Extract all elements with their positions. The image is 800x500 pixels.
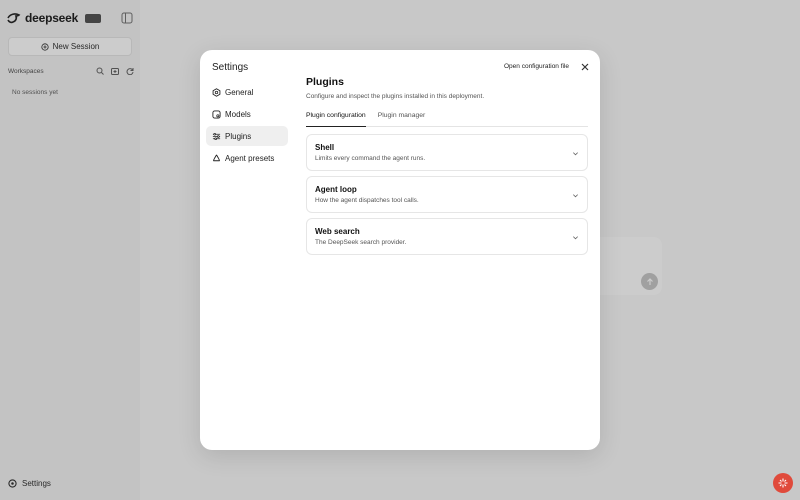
plugins-panel: Plugins Configure and inspect the plugin…	[306, 50, 590, 450]
plugin-description: How the agent dispatches tool calls.	[315, 197, 419, 204]
panel-description: Configure and inspect the plugins instal…	[306, 93, 485, 100]
plugin-name: Web search	[315, 227, 360, 236]
chevron-down-icon[interactable]	[572, 150, 579, 157]
floating-action-button[interactable]	[773, 473, 793, 493]
modal-title: Settings	[212, 62, 249, 73]
tab-plugin-configuration[interactable]: Plugin configuration	[306, 110, 366, 127]
close-icon[interactable]	[580, 62, 590, 72]
plugin-name: Agent loop	[315, 185, 357, 194]
plugin-card-web-search[interactable]: Web search The DeepSeek search provider.	[306, 218, 588, 255]
tab-plugin-manager[interactable]: Plugin manager	[378, 110, 426, 127]
settings-modal: Settings General Models Plugins Agent pr…	[200, 50, 600, 450]
plugin-card-shell[interactable]: Shell Limits every command the agent run…	[306, 134, 588, 171]
nav-item-plugins[interactable]: Plugins	[206, 126, 288, 146]
plugin-name: Shell	[315, 143, 335, 152]
nav-item-label: Plugins	[225, 131, 252, 141]
nav-item-models[interactable]: Models	[206, 104, 288, 124]
settings-nav: General Models Plugins Agent presets	[206, 82, 288, 170]
sparkle-icon	[778, 478, 788, 488]
plugin-description: The DeepSeek search provider.	[315, 239, 407, 246]
plugin-description: Limits every command the agent runs.	[315, 155, 426, 162]
recycle-icon	[212, 154, 221, 161]
chevron-down-icon[interactable]	[572, 192, 579, 199]
models-icon	[212, 109, 221, 119]
nav-item-label: General	[225, 87, 254, 97]
nav-item-label: Agent presets	[225, 153, 275, 163]
panel-title: Plugins	[306, 76, 344, 88]
sliders-icon	[212, 132, 221, 140]
nav-item-general[interactable]: General	[206, 82, 288, 102]
nav-item-label: Models	[225, 109, 251, 119]
open-config-button[interactable]: Open configuration file	[504, 61, 569, 73]
plugin-card-agent-loop[interactable]: Agent loop How the agent dispatches tool…	[306, 176, 588, 213]
nav-item-agent-presets[interactable]: Agent presets	[206, 148, 288, 168]
plugin-tabs: Plugin configuration Plugin manager	[306, 110, 588, 127]
hexagon-icon	[212, 87, 221, 97]
chevron-down-icon[interactable]	[572, 234, 579, 241]
